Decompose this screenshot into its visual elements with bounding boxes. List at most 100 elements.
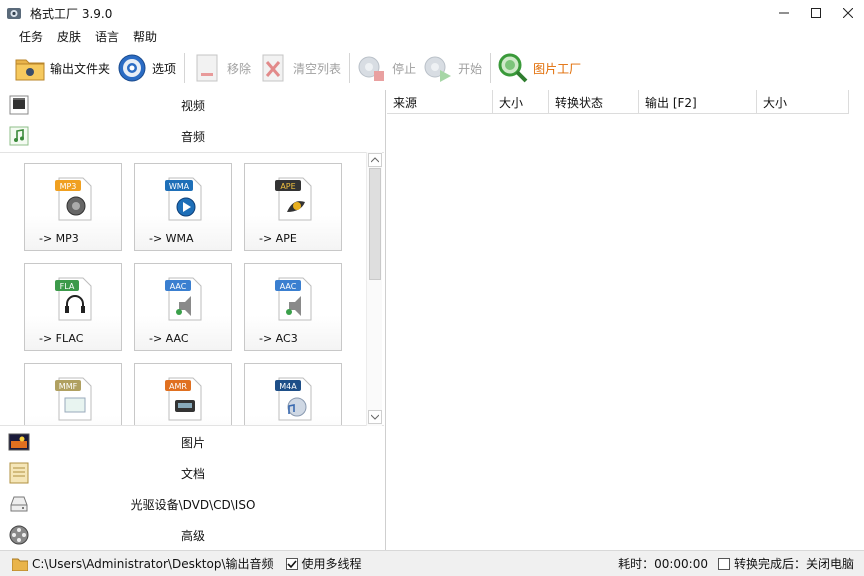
category-document-label: 文档 [180, 466, 205, 481]
status-bar: C:\Users\Administrator\Desktop\输出音频 使用多线… [0, 550, 864, 576]
category-document[interactable]: 文档 [0, 458, 386, 488]
format-tile-label: -> AAC [149, 332, 189, 345]
chevron-up-icon [371, 157, 379, 163]
start-icon [422, 52, 454, 84]
mmf-file-icon: MMF [55, 377, 92, 421]
format-grid: MP3 -> MP3 WMA -> WMA APE -> APE FLA -> … [0, 152, 384, 426]
amr-file-icon: AMR [165, 377, 202, 421]
clear-list-label: 清空列表 [293, 61, 342, 76]
options-label: 选项 [152, 61, 177, 76]
category-panel: 视频 音频 MP3 -> MP3 WMA -> WMA APE -> APE F… [0, 90, 386, 550]
category-video[interactable]: 视频 [0, 90, 386, 120]
format-tile-label: -> WMA [149, 232, 194, 245]
menu-help[interactable]: 帮助 [126, 28, 164, 45]
window-title: 格式工厂 3.9.0 [30, 6, 113, 21]
ac3-file-icon: AAC [275, 277, 312, 321]
format-tile-ac3[interactable]: AAC -> AC3 [244, 263, 342, 351]
film-reel-icon [9, 525, 29, 545]
column-source[interactable]: 来源 [387, 90, 493, 114]
start-button[interactable]: 开始 [422, 50, 482, 86]
menu-skin[interactable]: 皮肤 [50, 28, 88, 45]
output-path[interactable]: C:\Users\Administrator\Desktop\输出音频 [32, 555, 274, 572]
toolbar-separator [184, 53, 186, 83]
aac-file-icon: AAC [165, 277, 202, 321]
folder-icon [14, 52, 46, 84]
menu-language[interactable]: 语言 [88, 28, 126, 45]
output-folder-button[interactable]: 输出文件夹 [14, 50, 110, 86]
remove-label: 移除 [227, 61, 252, 76]
format-tile-mmf[interactable]: MMF [24, 363, 122, 425]
film-icon [9, 95, 29, 115]
multithread-checkbox[interactable] [285, 557, 298, 570]
clear-list-icon [257, 52, 289, 84]
main-window: 格式工厂 3.9.0 任务 皮肤 语言 帮助 输出文件夹 选项 移除 清空列表 … [0, 0, 864, 576]
minimize-button[interactable] [768, 0, 800, 26]
menu-task[interactable]: 任务 [12, 28, 50, 45]
clear-list-button[interactable]: 清空列表 [257, 50, 341, 86]
close-button[interactable] [832, 0, 864, 26]
maximize-button[interactable] [800, 0, 832, 26]
category-advanced[interactable]: 高级 [0, 520, 386, 550]
category-disc[interactable]: 光驱设备\DVD\CD\ISO [0, 489, 386, 519]
m4a-file-icon: M4A [275, 377, 312, 421]
picture-factory-button[interactable]: 图片工厂 [497, 50, 581, 86]
window-controls [768, 0, 864, 26]
after-convert-checkbox[interactable] [717, 557, 730, 570]
format-tile-label: -> APE [259, 232, 297, 245]
format-tile-ape[interactable]: APE -> APE [244, 163, 342, 251]
wma-file-icon: WMA [165, 177, 202, 221]
picture-factory-label: 图片工厂 [533, 61, 582, 76]
svg-text:FLA: FLA [60, 282, 75, 291]
svg-text:AAC: AAC [280, 282, 297, 291]
task-list: 来源 大小 转换状态 输出 [F2] 大小 [387, 90, 864, 550]
folder-icon[interactable] [12, 557, 28, 571]
svg-text:AMR: AMR [169, 382, 187, 391]
elapsed-time: 耗时：00:00:00 [618, 557, 708, 571]
gear-icon [116, 52, 148, 84]
svg-text:WMA: WMA [169, 182, 190, 191]
category-picture[interactable]: 图片 [0, 427, 386, 457]
music-note-icon [9, 126, 29, 146]
stop-label: 停止 [392, 61, 417, 76]
menu-bar: 任务 皮肤 语言 帮助 [0, 26, 164, 46]
svg-text:APE: APE [280, 182, 295, 191]
stop-button[interactable]: 停止 [356, 50, 416, 86]
picture-icon [8, 433, 30, 451]
format-grid-scrollbar[interactable] [366, 152, 382, 426]
format-tile-flac[interactable]: FLA -> FLAC [24, 263, 122, 351]
column-output-size[interactable]: 大小 [757, 90, 849, 114]
svg-text:M4A: M4A [279, 382, 297, 391]
task-list-header: 来源 大小 转换状态 输出 [F2] 大小 [387, 90, 849, 114]
format-tile-wma[interactable]: WMA -> WMA [134, 163, 232, 251]
mp3-file-icon: MP3 [55, 177, 92, 221]
column-status[interactable]: 转换状态 [549, 90, 639, 114]
column-size[interactable]: 大小 [493, 90, 549, 114]
scroll-thumb[interactable] [369, 168, 381, 280]
disc-drive-icon [10, 496, 28, 512]
toolbar: 输出文件夹 选项 移除 清空列表 停止 开始 图片工厂 [0, 48, 864, 88]
title-bar: 格式工厂 3.9.0 [0, 0, 864, 26]
scroll-up-button[interactable] [368, 153, 382, 167]
format-tile-label: -> MP3 [39, 232, 79, 245]
column-output[interactable]: 输出 [F2] [639, 90, 757, 114]
format-tile-amr[interactable]: AMR [134, 363, 232, 425]
format-tile-aac[interactable]: AAC -> AAC [134, 263, 232, 351]
remove-button[interactable]: 移除 [191, 50, 251, 86]
after-convert-label: 转换完成后：关闭电脑 [733, 557, 854, 571]
category-picture-label: 图片 [180, 435, 205, 450]
document-icon [9, 462, 29, 484]
close-icon [843, 8, 853, 18]
svg-text:MP3: MP3 [60, 182, 77, 191]
category-video-label: 视频 [180, 98, 205, 113]
scroll-down-button[interactable] [368, 410, 382, 424]
chevron-down-icon [371, 414, 379, 420]
options-button[interactable]: 选项 [116, 50, 176, 86]
flac-file-icon: FLA [55, 277, 92, 321]
format-tile-mp3[interactable]: MP3 -> MP3 [24, 163, 122, 251]
category-audio[interactable]: 音频 [0, 121, 386, 151]
stop-icon [356, 52, 388, 84]
output-folder-label: 输出文件夹 [50, 61, 111, 76]
format-tile-m4a[interactable]: M4A [244, 363, 342, 425]
app-logo-icon [7, 8, 21, 19]
category-audio-label: 音频 [180, 129, 205, 144]
